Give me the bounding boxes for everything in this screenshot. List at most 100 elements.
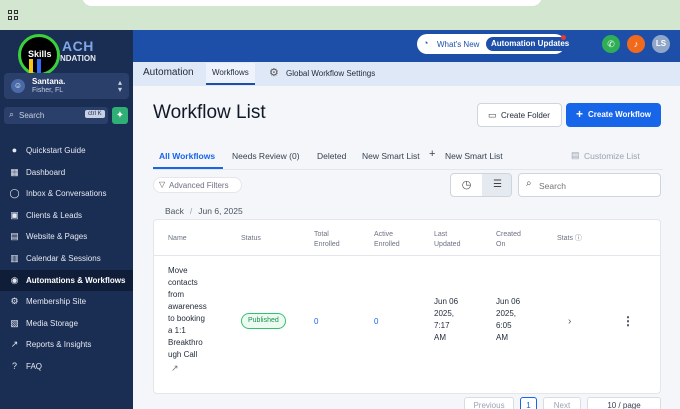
created-on-value: Jun 06 2025, 6:05 AM bbox=[496, 297, 521, 342]
breadcrumb-back[interactable]: Back bbox=[165, 206, 184, 216]
sidebar-search[interactable]: ⌕ Search ctrl K bbox=[4, 107, 108, 124]
calendar-icon: ▥ bbox=[10, 252, 19, 263]
sidebar-item-label: Clients & Leads bbox=[26, 210, 83, 220]
breadcrumb: Back / Jun 6, 2025 bbox=[165, 206, 243, 216]
customize-list-button[interactable]: Customize List bbox=[584, 151, 640, 161]
sidebar-item-automations[interactable]: ◉ Automations & Workflows bbox=[0, 269, 133, 292]
tab-smart-list[interactable]: New Smart List bbox=[362, 151, 420, 161]
plus-icon[interactable]: + bbox=[429, 148, 435, 160]
logo[interactable]: Skills ACH NDATION bbox=[0, 30, 133, 76]
sidebar-item-media[interactable]: ▧ Media Storage bbox=[0, 313, 133, 335]
sidebar-item-label: Membership Site bbox=[26, 297, 87, 307]
column-header-stats[interactable]: Stats ⓘ bbox=[557, 234, 582, 244]
create-folder-button[interactable]: ▭ Create Folder bbox=[477, 103, 562, 127]
phone-icon[interactable]: ✆ bbox=[602, 35, 620, 53]
more-options-icon[interactable]: ⋮ bbox=[622, 314, 634, 328]
tab-all-workflows[interactable]: All Workflows bbox=[159, 151, 215, 161]
column-header-name[interactable]: Name bbox=[168, 234, 187, 244]
top-header: ◔ What's New Automation Updates ✆ ♪ LS bbox=[133, 30, 680, 62]
sidebar-item-faq[interactable]: ? FAQ bbox=[0, 356, 133, 378]
tab-global-workflow-settings[interactable]: Global Workflow Settings bbox=[286, 69, 375, 78]
notification-dot bbox=[561, 35, 566, 40]
external-link-icon[interactable]: ↗ bbox=[171, 363, 179, 374]
website-icon: ▤ bbox=[10, 231, 19, 242]
search-icon: ⌕ bbox=[9, 109, 15, 119]
bell-icon[interactable]: ♪ bbox=[627, 35, 645, 53]
column-header-total-enrolled[interactable]: Total Enrolled bbox=[314, 230, 340, 250]
user-avatar[interactable]: LS bbox=[652, 35, 670, 53]
page-size-select[interactable]: 10 / page bbox=[587, 397, 661, 409]
active-tab-indicator bbox=[153, 167, 223, 169]
next-page-button[interactable]: Next bbox=[543, 397, 581, 409]
contacts-icon: ▣ bbox=[10, 209, 19, 220]
last-updated-value: Jun 06 2025, 7:17 AM bbox=[434, 297, 459, 342]
account-switcher[interactable]: ☺ Santana. Fisher, FL ▴ ▾ bbox=[4, 73, 129, 99]
list-view-icon[interactable]: ☰ bbox=[482, 174, 511, 196]
gear-icon[interactable]: ⚙ bbox=[269, 66, 279, 79]
breadcrumb-separator: / bbox=[189, 206, 193, 216]
previous-page-button[interactable]: Previous bbox=[464, 397, 514, 409]
create-folder-label: Create Folder bbox=[501, 111, 550, 120]
breadcrumb-folder[interactable]: Jun 6, 2025 bbox=[198, 206, 242, 216]
sidebar-item-clients[interactable]: ▣ Clients & Leads bbox=[0, 205, 133, 227]
whats-new-button[interactable]: ◔ What's New Automation Updates bbox=[417, 34, 575, 54]
workflow-tabs: All Workflows Needs Review (0) Deleted N… bbox=[153, 146, 663, 170]
active-enrolled-count[interactable]: 0 bbox=[374, 316, 378, 328]
status-badge: Published bbox=[241, 313, 286, 329]
chat-icon: ◯ bbox=[9, 188, 20, 199]
advanced-filters-button[interactable]: ▽ Advanced Filters bbox=[153, 177, 242, 193]
dashboard-icon: ▦ bbox=[10, 166, 19, 177]
faq-icon: ? bbox=[11, 360, 17, 371]
column-header-status[interactable]: Status bbox=[241, 234, 261, 244]
create-workflow-button[interactable]: + Create Workflow bbox=[566, 103, 661, 127]
section-title: Automation bbox=[143, 67, 194, 78]
column-header-active-enrolled[interactable]: Active Enrolled bbox=[374, 230, 400, 250]
tab-needs-review[interactable]: Needs Review (0) bbox=[232, 151, 300, 161]
sidebar-item-label: Quickstart Guide bbox=[26, 146, 86, 155]
create-workflow-label: Create Workflow bbox=[588, 110, 651, 119]
plus-icon: + bbox=[576, 107, 584, 121]
automation-icon: ◉ bbox=[10, 274, 19, 285]
sidebar-item-reports[interactable]: ↗ Reports & Insights bbox=[0, 334, 133, 356]
quick-add-button[interactable]: ✦ bbox=[112, 107, 128, 124]
header-divider bbox=[154, 255, 660, 256]
new-smart-list-button[interactable]: New Smart List bbox=[445, 151, 503, 161]
sidebar-item-dashboard[interactable]: ▦ Dashboard bbox=[0, 162, 133, 184]
address-bar[interactable] bbox=[82, 0, 542, 6]
workflow-table: Name Status Total Enrolled Active Enrolled… bbox=[153, 219, 661, 394]
customize-icon: ▤ bbox=[571, 150, 580, 160]
chevron-right-icon[interactable]: › bbox=[568, 316, 571, 327]
sidebar-item-website[interactable]: ▤ Website & Pages bbox=[0, 226, 133, 248]
sidebar-item-inbox[interactable]: ◯ Inbox & Conversations bbox=[0, 183, 133, 205]
advanced-filters-label: Advanced Filters bbox=[169, 181, 229, 190]
search-input[interactable] bbox=[539, 178, 657, 193]
sidebar-item-label: Media Storage bbox=[26, 318, 79, 328]
column-header-created-on[interactable]: Created On bbox=[496, 230, 521, 250]
tab-workflows[interactable]: Workflows bbox=[206, 63, 255, 85]
workflow-name-link[interactable]: Move contacts from awareness to booking … bbox=[168, 265, 224, 361]
quickstart-icon: ● bbox=[11, 145, 18, 155]
account-avatar-icon: ☺ bbox=[11, 79, 25, 93]
sidebar: Skills ACH NDATION ☺ Santana. Fisher, FL… bbox=[0, 30, 133, 409]
clock-icon[interactable]: ◷ bbox=[451, 174, 482, 196]
account-location: Fisher, FL bbox=[32, 87, 64, 94]
account-name: Santana. bbox=[32, 77, 66, 86]
reports-icon: ↗ bbox=[10, 339, 19, 350]
sidebar-item-label: Inbox & Conversations bbox=[26, 189, 107, 199]
sidebar-item-quickstart[interactable]: ● Quickstart Guide bbox=[0, 140, 133, 162]
apps-grid-icon[interactable] bbox=[8, 10, 18, 20]
sidebar-item-label: Calendar & Sessions bbox=[26, 253, 101, 263]
page-1-button[interactable]: 1 bbox=[520, 397, 537, 409]
sidebar-search-placeholder: Search bbox=[19, 111, 45, 120]
sidebar-item-membership[interactable]: ⚙ Membership Site bbox=[0, 291, 133, 313]
column-header-last-updated[interactable]: Last Updated bbox=[434, 230, 460, 250]
sidebar-item-label: Website & Pages bbox=[26, 232, 88, 242]
filter-icon: ▽ bbox=[159, 180, 166, 189]
tab-deleted[interactable]: Deleted bbox=[317, 151, 346, 161]
page-title: Workflow List bbox=[153, 102, 266, 123]
total-enrolled-count[interactable]: 0 bbox=[314, 316, 318, 328]
logo-title: ACH bbox=[62, 38, 94, 54]
sidebar-item-calendar[interactable]: ▥ Calendar & Sessions bbox=[0, 248, 133, 270]
sidebar-item-label: Reports & Insights bbox=[26, 340, 92, 350]
logo-subtitle: NDATION bbox=[60, 54, 96, 63]
